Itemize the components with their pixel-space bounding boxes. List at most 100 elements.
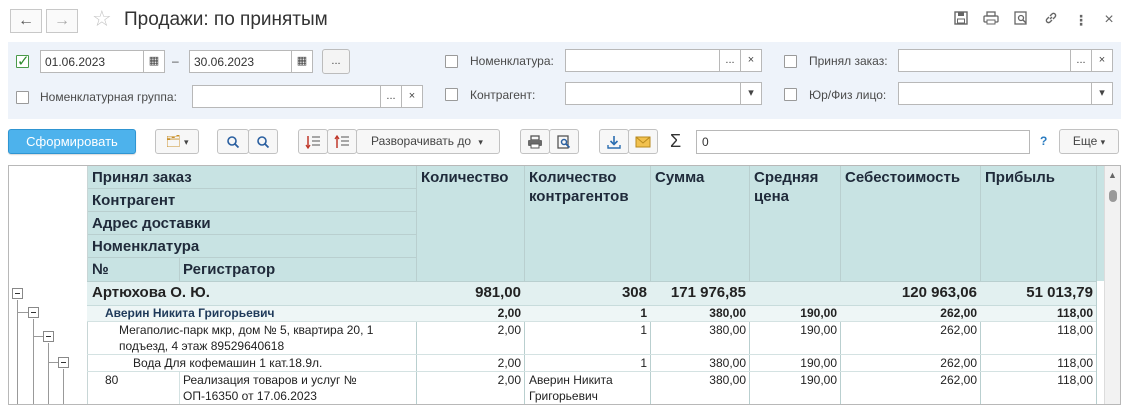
accepted-order-select-button[interactable]: ... [1070, 49, 1092, 72]
counterparty-dropdown-button[interactable]: ▾ [740, 82, 762, 105]
row-sum: 380,00 [709, 323, 746, 337]
save-to-file-button[interactable] [599, 129, 629, 154]
header-delivery-address: Адрес доставки [92, 215, 211, 232]
accepted-order-checkbox[interactable] [784, 55, 797, 68]
title-bar: ← → ☆ Продажи: по принятым ⋮ × [0, 0, 1123, 42]
search-next-button[interactable] [248, 129, 278, 154]
legal-entity-input[interactable] [898, 82, 1093, 105]
chevron-down-icon: ▾ [1099, 87, 1105, 99]
row-counterparty-name-line2: Григорьевич [529, 389, 598, 403]
more-vertical-icon[interactable]: ⋮ [1072, 11, 1090, 29]
row-profit: 51 013,79 [1026, 284, 1093, 301]
counterparty-input[interactable] [565, 82, 742, 105]
more-button[interactable]: Еще ▾ [1059, 129, 1119, 154]
link-icon[interactable] [1042, 11, 1060, 29]
chevron-down-icon: ▾ [1100, 137, 1106, 147]
expand-to-dropdown[interactable]: Разворачивать до ▾ [356, 129, 500, 154]
vertical-scrollbar[interactable]: ▲ [1104, 166, 1120, 404]
row-cost: 262,00 [940, 373, 977, 387]
search-next-icon [257, 136, 270, 149]
scroll-up-icon[interactable]: ▲ [1108, 170, 1117, 180]
save-icon[interactable] [952, 11, 970, 29]
row-profit: 118,00 [1057, 356, 1093, 370]
row-address-line2: подъезд, 4 этаж 89529640618 [119, 339, 285, 353]
accepted-order-label: Принял заказ: [809, 54, 888, 68]
generate-button[interactable]: Сформировать [8, 129, 136, 154]
nomenclature-group-label: Номенклатурная группа: [40, 90, 177, 104]
close-icon[interactable]: × [1100, 11, 1118, 29]
row-counterparty-name: Аверин Никита [529, 373, 613, 387]
nomenclature-group-select-button[interactable]: ... [380, 85, 402, 108]
sum-icon: Σ [670, 131, 682, 151]
row-cost: 262,00 [940, 356, 977, 370]
sum-field[interactable]: 0 [696, 130, 1030, 154]
nomenclature-input[interactable] [565, 49, 721, 72]
row-counterparty-count: 1 [640, 306, 647, 320]
date-to-input[interactable]: 30.06.2023 [189, 50, 293, 73]
period-checkbox[interactable] [16, 52, 30, 70]
row-sum: 380,00 [709, 373, 746, 387]
nomenclature-checkbox[interactable] [445, 55, 458, 68]
back-button[interactable]: ← [10, 9, 42, 33]
row-cost: 262,00 [940, 306, 977, 320]
row-registrar-line2[interactable]: ОП-16350 от 17.06.2023 [183, 389, 317, 403]
more-label: Еще [1072, 134, 1098, 148]
tree-collapse-level3[interactable] [58, 357, 69, 368]
scrollbar-thumb[interactable] [1109, 190, 1117, 202]
expand-to-label: Разворачивать до [371, 134, 472, 148]
header-quantity: Количество [421, 169, 509, 186]
calendar-to-button[interactable]: ▦ [291, 50, 313, 73]
report-variants-icon: 🗂 [165, 134, 181, 148]
period-select-button[interactable]: ... [322, 49, 350, 74]
row-address-line1: Мегаполис-парк мкр, дом № 5, квартира 20… [119, 323, 374, 337]
header-registrar: Регистратор [183, 261, 276, 278]
counterparty-checkbox[interactable] [445, 88, 458, 101]
envelope-icon [635, 136, 651, 148]
row-counterparty-count: 1 [640, 323, 647, 337]
date-from-input[interactable]: 01.06.2023 [40, 50, 144, 73]
expand-levels-icon [305, 136, 320, 150]
collapse-all-button[interactable] [327, 129, 357, 154]
tree-collapse-level1[interactable] [28, 307, 39, 318]
counterparty-label: Контрагент: [470, 88, 536, 102]
send-email-button[interactable] [628, 129, 658, 154]
expand-all-button[interactable] [298, 129, 328, 154]
date-dash: – [172, 54, 179, 68]
search-button[interactable] [217, 129, 249, 154]
accepted-order-input[interactable] [898, 49, 1072, 72]
variants-button[interactable]: 🗂 ▾ [155, 129, 199, 154]
row-cost: 262,00 [940, 323, 977, 337]
print-icon[interactable] [982, 11, 1000, 29]
row-avg-price: 190,00 [800, 356, 837, 370]
nomenclature-label: Номенклатура: [470, 54, 554, 68]
print-button[interactable] [520, 129, 550, 154]
tree-collapse-level2[interactable] [43, 331, 54, 342]
nomenclature-group-clear-button[interactable]: × [401, 85, 423, 108]
collapse-levels-icon [334, 134, 349, 148]
print-icon [528, 135, 542, 149]
calendar-from-button[interactable]: ▦ [143, 50, 165, 73]
row-avg-price: 190,00 [800, 323, 837, 337]
nomenclature-group-input[interactable] [192, 85, 382, 108]
favorite-star-icon[interactable]: ☆ [92, 8, 112, 30]
chevron-down-icon: ▾ [748, 87, 754, 99]
accepted-order-clear-button[interactable]: × [1091, 49, 1113, 72]
legal-entity-checkbox[interactable] [784, 88, 797, 101]
arrow-right-icon: → [54, 12, 70, 29]
row-registrar-line1[interactable]: Реализация товаров и услуг № [183, 373, 357, 387]
legal-entity-dropdown-button[interactable]: ▾ [1091, 82, 1113, 105]
row-sum: 171 976,85 [670, 284, 746, 301]
calendar-icon: ▦ [148, 55, 160, 67]
help-icon[interactable]: ? [1040, 134, 1047, 148]
report-spreadsheet[interactable]: Принял заказ Контрагент Адрес доставки Н… [8, 165, 1121, 405]
nomenclature-group-checkbox[interactable] [16, 91, 29, 104]
nomenclature-select-button[interactable]: ... [719, 49, 741, 72]
row-counterparty-count: 308 [621, 284, 647, 301]
preview-icon[interactable] [1012, 11, 1030, 29]
row-name: Аверин Никита Григорьевич [105, 306, 275, 320]
print-preview-button[interactable] [549, 129, 579, 154]
tree-collapse-level0[interactable] [12, 288, 23, 299]
filter-panel: 01.06.2023 ▦ – 30.06.2023 ▦ ... Номенкла… [8, 42, 1121, 119]
forward-button[interactable]: → [46, 9, 78, 33]
nomenclature-clear-button[interactable]: × [740, 49, 762, 72]
